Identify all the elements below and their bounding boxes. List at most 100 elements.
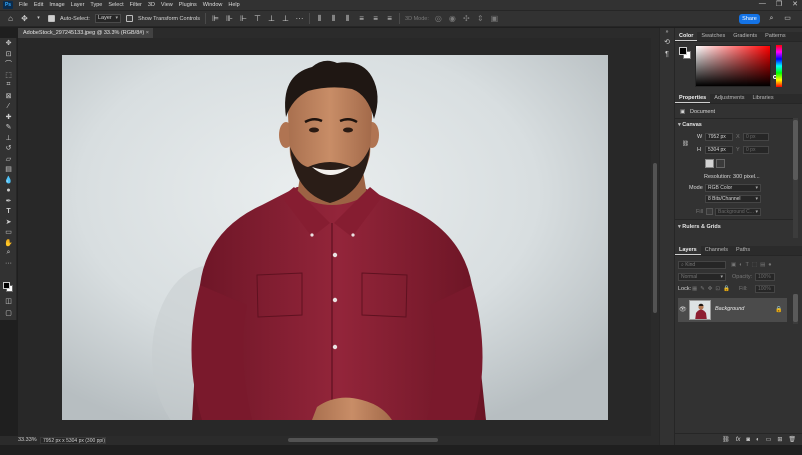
horizontal-scroll-thumb[interactable] <box>288 438 438 442</box>
close-tab-icon[interactable]: × <box>146 28 149 38</box>
zoom-tool-icon[interactable]: ⌕ <box>0 248 17 259</box>
menu-plugins[interactable]: Plugins <box>176 2 200 8</box>
paragraph-icon[interactable]: ¶ <box>660 48 674 60</box>
object-selection-tool-icon[interactable]: ⬚ <box>0 70 17 81</box>
layers-scroll-thumb[interactable] <box>793 294 798 322</box>
3d-roll-icon[interactable]: ◉ <box>448 14 457 23</box>
3d-scale-icon[interactable]: ▣ <box>490 14 499 23</box>
link-layers-icon[interactable]: ⛓ <box>722 436 730 443</box>
menu-window[interactable]: Window <box>200 2 226 8</box>
history-icon[interactable]: ⟲ <box>660 36 674 48</box>
close-window-button[interactable]: ✕ <box>792 0 798 8</box>
distribute-middle-icon[interactable]: ≡ <box>371 14 380 23</box>
mode-dropdown[interactable]: RGB Color <box>705 184 761 192</box>
tab-gradients[interactable]: Gradients <box>729 31 761 41</box>
add-mask-icon[interactable]: ◙ <box>746 437 750 443</box>
menu-view[interactable]: View <box>158 2 176 8</box>
screen-mode-icon[interactable]: ▢ <box>0 308 17 319</box>
fill-swatch[interactable] <box>706 208 713 215</box>
bit-depth-dropdown[interactable]: 8 Bits/Channel <box>705 195 761 203</box>
menu-type[interactable]: Type <box>87 2 105 8</box>
x-field[interactable]: 0 px <box>743 133 769 141</box>
menu-select[interactable]: Select <box>105 2 126 8</box>
minimize-button[interactable]: — <box>759 0 766 8</box>
quick-mask-icon[interactable]: ◫ <box>0 296 17 307</box>
layer-filter-kind[interactable]: ⌕ Kind <box>678 261 726 269</box>
height-field[interactable]: 5304 px <box>705 146 733 154</box>
gradient-tool-icon[interactable]: ▤ <box>0 164 17 175</box>
align-center-icon[interactable]: ⊪ <box>225 14 234 23</box>
document-info[interactable]: 7952 px x 5304 px (300 ppi) <box>40 437 106 444</box>
document-photo[interactable] <box>62 55 608 420</box>
tab-adjustments[interactable]: Adjustments <box>710 93 748 103</box>
layer-thumbnail[interactable] <box>689 300 711 320</box>
blend-mode-dropdown[interactable]: Normal <box>678 273 726 281</box>
distribute-left-icon[interactable]: ⫴ <box>315 14 324 23</box>
new-group-icon[interactable]: ▭ <box>766 436 772 443</box>
layer-filter-icons[interactable]: ▣◐T⬚▤● <box>731 262 775 268</box>
y-field[interactable]: 0 px <box>743 146 769 154</box>
dodge-tool-icon[interactable]: ● <box>0 185 17 196</box>
layers-scrollbar[interactable] <box>793 294 798 324</box>
distribute-bottom-icon[interactable]: ≡ <box>385 14 394 23</box>
path-selection-tool-icon[interactable]: ➤ <box>0 217 17 228</box>
distribute-top-icon[interactable]: ≡ <box>357 14 366 23</box>
document-tab[interactable]: AdobeStock_297245133.jpeg @ 33.3% (RGB/8… <box>18 28 153 38</box>
artboard-tool-icon[interactable]: ⊡ <box>0 49 17 60</box>
type-tool-icon[interactable]: T <box>0 206 17 217</box>
menu-layer[interactable]: Layer <box>68 2 88 8</box>
align-top-icon[interactable]: ⊤ <box>253 14 262 23</box>
move-tool-icon[interactable]: ✥ <box>20 14 29 23</box>
tab-libraries[interactable]: Libraries <box>748 93 777 103</box>
auto-select-checkbox[interactable] <box>48 15 55 22</box>
home-icon[interactable]: ⌂ <box>6 14 15 23</box>
move-tool-icon[interactable]: ✥ <box>0 38 17 49</box>
foreground-color-swatch[interactable] <box>679 47 687 55</box>
rulers-grids-section-header[interactable]: Rulers & Grids <box>678 224 721 230</box>
show-transform-controls-checkbox[interactable] <box>125 15 133 22</box>
blur-tool-icon[interactable]: 💧 <box>0 175 17 186</box>
menu-help[interactable]: Help <box>225 2 242 8</box>
lock-icon[interactable]: 🔒 <box>775 306 782 313</box>
foreground-color-swatch[interactable] <box>3 282 10 289</box>
landscape-orientation-button[interactable] <box>716 159 725 168</box>
collapse-arrows-icon[interactable]: » <box>660 28 674 36</box>
distribute-center-icon[interactable]: ⫴ <box>329 14 338 23</box>
properties-scrollbar[interactable] <box>793 118 798 238</box>
distribute-right-icon[interactable]: ⫴ <box>343 14 352 23</box>
fill-opacity-field[interactable]: 100% <box>755 285 775 293</box>
menu-image[interactable]: Image <box>46 2 67 8</box>
opacity-field[interactable]: 100% <box>755 273 775 281</box>
tab-layers[interactable]: Layers <box>675 245 701 255</box>
clone-stamp-tool-icon[interactable]: ⊥ <box>0 133 17 144</box>
menu-3d[interactable]: 3D <box>145 2 158 8</box>
search-icon[interactable]: ⌕ <box>767 14 776 23</box>
fill-dropdown[interactable]: Background C... <box>715 208 761 216</box>
tab-swatches[interactable]: Swatches <box>697 31 729 41</box>
align-bottom-icon[interactable]: ⊥ <box>281 14 290 23</box>
tab-patterns[interactable]: Patterns <box>761 31 789 41</box>
workspace-icon[interactable]: ▭ <box>783 14 792 23</box>
align-left-icon[interactable]: ⊫ <box>211 14 220 23</box>
tab-channels[interactable]: Channels <box>701 245 732 255</box>
menu-edit[interactable]: Edit <box>31 2 46 8</box>
chevron-down-icon[interactable]: ▾ <box>34 14 43 23</box>
menu-file[interactable]: File <box>16 2 31 8</box>
visibility-eye-icon[interactable]: 👁 <box>679 306 687 313</box>
lock-icons[interactable]: ▦✎✥⊡🔒 <box>692 286 733 292</box>
tab-properties[interactable]: Properties <box>675 93 711 103</box>
3d-slide-icon[interactable]: ⇕ <box>476 14 485 23</box>
more-options-icon[interactable]: ··· <box>295 14 304 23</box>
history-brush-tool-icon[interactable]: ↺ <box>0 143 17 154</box>
edit-toolbar-icon[interactable]: ··· <box>0 259 17 270</box>
menu-filter[interactable]: Filter <box>127 2 145 8</box>
color-picker-field[interactable] <box>695 45 771 87</box>
tab-paths[interactable]: Paths <box>732 245 754 255</box>
pen-tool-icon[interactable]: ✒ <box>0 196 17 207</box>
brush-tool-icon[interactable]: ✎ <box>0 122 17 133</box>
rectangle-tool-icon[interactable]: ▭ <box>0 227 17 238</box>
tab-color[interactable]: Color <box>675 31 698 41</box>
trash-icon[interactable]: 🗑 <box>788 436 796 443</box>
properties-scroll-thumb[interactable] <box>793 120 798 180</box>
frame-tool-icon[interactable]: ⊠ <box>0 91 17 102</box>
